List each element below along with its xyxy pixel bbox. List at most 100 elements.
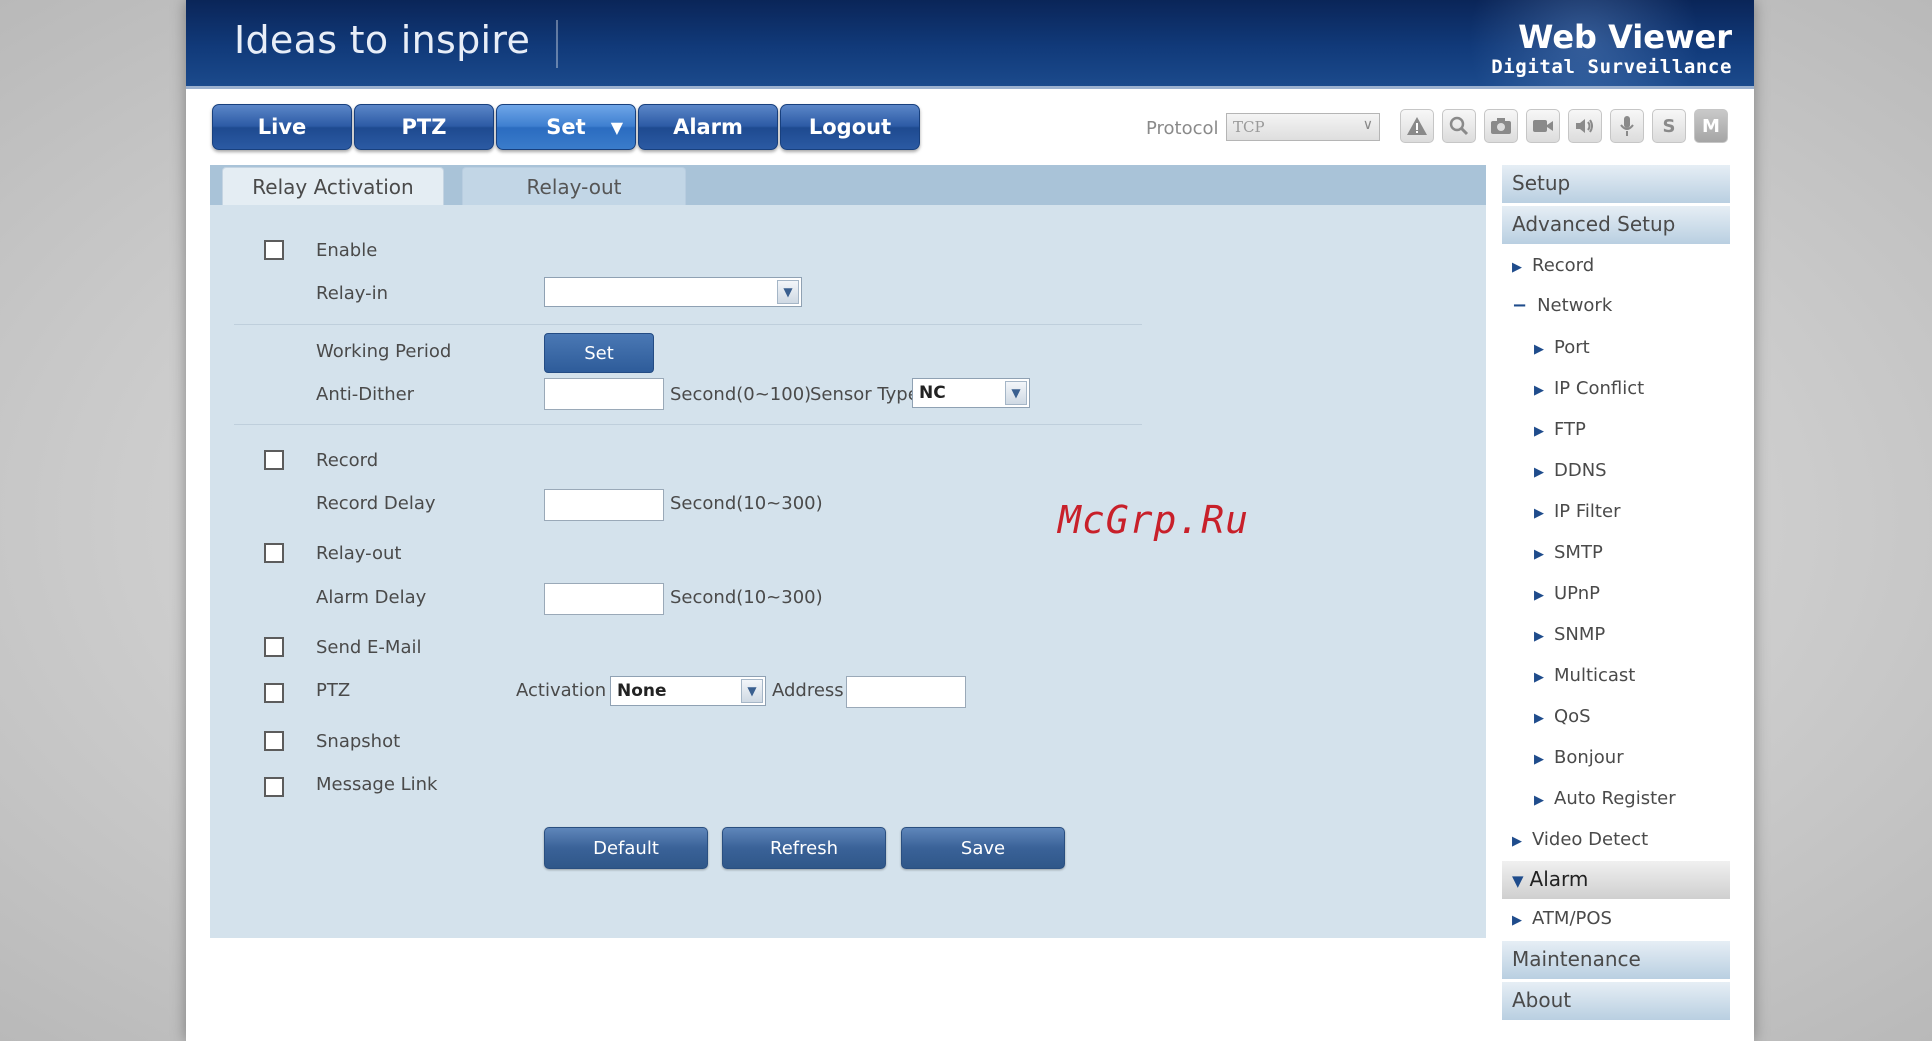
- page-frame: Ideas to inspire Web Viewer Digital Surv…: [186, 0, 1754, 1041]
- sidebar-item-ip-conflict[interactable]: ▶ IP Conflict: [1534, 378, 1644, 399]
- enable-label: Enable: [316, 240, 378, 261]
- triangle-right-icon: ▶: [1534, 506, 1544, 521]
- record-label: Record: [316, 450, 379, 471]
- triangle-right-icon: ▶: [1534, 752, 1544, 767]
- triangle-right-icon: ▶: [1512, 834, 1522, 849]
- brand-subtitle: Digital Surveillance: [1491, 56, 1732, 78]
- watermark: McGrp.Ru: [1058, 498, 1250, 542]
- sidebar-item-ddns[interactable]: ▶ DDNS: [1534, 460, 1607, 481]
- sidebar-item-network[interactable]: − Network: [1512, 295, 1612, 316]
- record-checkbox[interactable]: [264, 450, 284, 470]
- relay-out-label: Relay-out: [316, 543, 402, 564]
- protocol-label: Protocol: [1146, 118, 1219, 139]
- audio-icon[interactable]: [1568, 109, 1602, 143]
- record-delay-unit: Second(10~300): [670, 493, 823, 514]
- sidebar-alarm[interactable]: ▼ Alarm: [1502, 861, 1730, 899]
- tab-bar: Relay Activation Relay-out: [210, 165, 1486, 205]
- sensor-type-value: NC: [919, 383, 946, 403]
- sidebar-setup[interactable]: Setup: [1502, 165, 1730, 203]
- snapshot-checkbox[interactable]: [264, 731, 284, 751]
- chevron-down-icon: ∨: [1362, 117, 1373, 133]
- sensor-type-select[interactable]: NC ▼: [912, 378, 1030, 408]
- address-input[interactable]: [846, 676, 966, 708]
- nav-ptz-button[interactable]: PTZ: [354, 104, 494, 150]
- tab-relay-out[interactable]: Relay-out: [462, 167, 686, 205]
- sidebar-item-bonjour[interactable]: ▶ Bonjour: [1534, 747, 1624, 768]
- send-email-checkbox[interactable]: [264, 637, 284, 657]
- sidebar-item-ip-filter[interactable]: ▶ IP Filter: [1534, 501, 1620, 522]
- address-label: Address: [772, 680, 844, 701]
- snapshot-label: Snapshot: [316, 731, 401, 752]
- working-period-label: Working Period: [316, 341, 452, 362]
- triangle-right-icon: ▶: [1534, 793, 1544, 808]
- anti-dither-unit: Second(0~100): [670, 384, 812, 405]
- s-icon[interactable]: S: [1652, 109, 1686, 143]
- alarm-delay-label: Alarm Delay: [316, 587, 427, 608]
- sidebar-item-upnp[interactable]: ▶ UPnP: [1534, 583, 1600, 604]
- nav-ptz-label: PTZ: [401, 115, 447, 139]
- refresh-button[interactable]: Refresh: [722, 827, 886, 869]
- triangle-right-icon: ▶: [1534, 670, 1544, 685]
- minus-icon: −: [1512, 295, 1528, 316]
- sidebar-item-port[interactable]: ▶ Port: [1534, 337, 1590, 358]
- sidebar-item-multicast[interactable]: ▶ Multicast: [1534, 665, 1635, 686]
- anti-dither-input[interactable]: [544, 378, 664, 410]
- working-period-set-button[interactable]: Set: [544, 333, 654, 373]
- caret-down-icon: ▼: [610, 118, 623, 137]
- microphone-icon[interactable]: [1610, 109, 1644, 143]
- main-nav: Live PTZ Set ▼ Alarm Logout: [212, 104, 920, 150]
- relay-out-checkbox[interactable]: [264, 543, 284, 563]
- protocol-value: TCP: [1233, 118, 1265, 136]
- sensor-type-label: Sensor Type: [810, 384, 919, 405]
- triangle-right-icon: ▶: [1534, 465, 1544, 480]
- relay-in-label: Relay-in: [316, 283, 389, 304]
- sidebar-about[interactable]: About: [1502, 982, 1730, 1020]
- sidebar-maintenance[interactable]: Maintenance: [1502, 941, 1730, 979]
- tab-relay-activation[interactable]: Relay Activation: [222, 167, 444, 205]
- relay-activation-panel: Relay Activation Relay-out Enable Relay-…: [210, 165, 1486, 938]
- record-delay-input[interactable]: [544, 489, 664, 521]
- nav-live-button[interactable]: Live: [212, 104, 352, 150]
- sidebar-item-smtp[interactable]: ▶ SMTP: [1534, 542, 1603, 563]
- sidebar-advanced-setup[interactable]: Advanced Setup: [1502, 206, 1730, 244]
- section-divider: [234, 324, 1142, 325]
- snapshot-icon[interactable]: [1484, 109, 1518, 143]
- relay-in-select[interactable]: ▼: [544, 277, 802, 307]
- message-link-checkbox[interactable]: [264, 777, 284, 797]
- nav-alarm-button[interactable]: Alarm: [638, 104, 778, 150]
- sidebar-item-auto-register[interactable]: ▶ Auto Register: [1534, 788, 1676, 809]
- alarm-delay-unit: Second(10~300): [670, 587, 823, 608]
- sidebar-item-video-detect[interactable]: ▶ Video Detect: [1512, 829, 1648, 850]
- record-delay-label: Record Delay: [316, 493, 436, 514]
- nav-live-label: Live: [257, 115, 307, 139]
- enable-checkbox[interactable]: [264, 240, 284, 260]
- nav-set-label: Set: [546, 115, 586, 139]
- nav-alarm-label: Alarm: [673, 115, 743, 139]
- triangle-right-icon: ▶: [1512, 260, 1522, 275]
- ptz-checkbox[interactable]: [264, 683, 284, 703]
- alert-icon[interactable]: [1400, 109, 1434, 143]
- activation-select[interactable]: None ▼: [610, 676, 766, 706]
- triangle-right-icon: ▶: [1534, 711, 1544, 726]
- section-divider: [234, 424, 1142, 425]
- header-divider: [556, 20, 558, 68]
- sidebar-item-snmp[interactable]: ▶ SNMP: [1534, 624, 1605, 645]
- m-icon[interactable]: M: [1694, 109, 1728, 143]
- message-link-label: Message Link: [316, 774, 438, 795]
- sidebar-item-atm-pos[interactable]: ▶ ATM/POS: [1512, 908, 1612, 929]
- slogan: Ideas to inspire: [234, 18, 531, 62]
- nav-logout-button[interactable]: Logout: [780, 104, 920, 150]
- alarm-delay-input[interactable]: [544, 583, 664, 615]
- nav-set-button[interactable]: Set ▼: [496, 104, 636, 150]
- zoom-icon[interactable]: [1442, 109, 1476, 143]
- sidebar-item-record[interactable]: ▶ Record: [1512, 255, 1594, 276]
- sidebar-item-ftp[interactable]: ▶ FTP: [1534, 419, 1586, 440]
- nav-logout-label: Logout: [808, 115, 892, 139]
- ptz-label: PTZ: [316, 680, 351, 701]
- sidebar-item-qos[interactable]: ▶ QoS: [1534, 706, 1591, 727]
- save-button[interactable]: Save: [901, 827, 1065, 869]
- record-icon[interactable]: [1526, 109, 1560, 143]
- protocol-select[interactable]: TCP ∨: [1226, 113, 1380, 141]
- chevron-down-icon: ▼: [1005, 381, 1027, 405]
- default-button[interactable]: Default: [544, 827, 708, 869]
